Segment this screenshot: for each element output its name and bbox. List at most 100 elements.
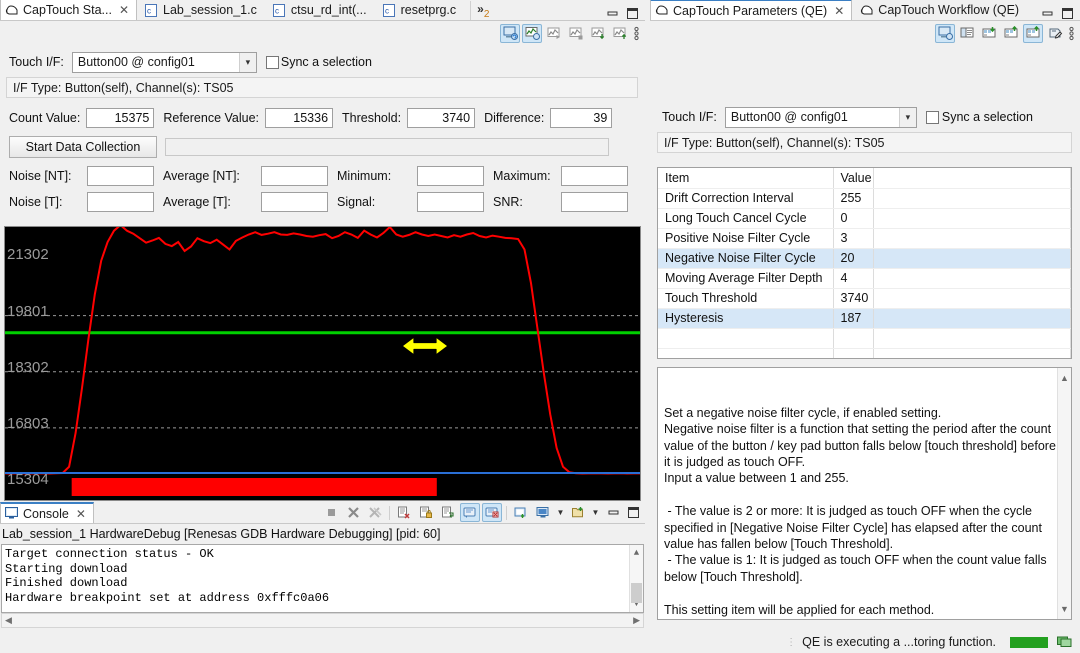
sync-selection-checkbox[interactable] bbox=[266, 56, 279, 69]
minimize-icon[interactable] bbox=[606, 7, 619, 20]
open-console-icon[interactable] bbox=[533, 503, 553, 522]
table-row[interactable]: Moving Average Filter Depth4 bbox=[658, 268, 1071, 288]
svg-text:c: c bbox=[385, 6, 389, 15]
tab-overflow-count: 2 bbox=[484, 9, 490, 20]
scroll-down-icon[interactable]: ▼ bbox=[1060, 601, 1069, 617]
chevron-down-icon[interactable]: ▾ bbox=[899, 108, 916, 127]
minimize-icon[interactable] bbox=[1041, 7, 1054, 20]
param-value-cell[interactable]: 4 bbox=[833, 268, 873, 288]
close-icon[interactable]: ✕ bbox=[834, 4, 844, 18]
average-nt-field[interactable] bbox=[261, 166, 328, 186]
param-item-cell bbox=[658, 328, 833, 348]
tab-resetprg-c[interactable]: c resetprg.c bbox=[377, 0, 465, 20]
scroll-right-icon[interactable]: ▶ bbox=[633, 615, 640, 626]
display-selected-console-icon[interactable] bbox=[511, 503, 531, 522]
remove-all-launches-icon[interactable] bbox=[365, 503, 385, 522]
table-row-empty bbox=[658, 348, 1071, 359]
graph-export-icon[interactable] bbox=[588, 24, 608, 43]
touch-if-combo[interactable]: Button00 @ config01 ▾ bbox=[72, 52, 257, 73]
table-row[interactable]: Positive Noise Filter Cycle3 bbox=[658, 228, 1071, 248]
scroll-lock-icon[interactable] bbox=[416, 503, 436, 522]
if-type-text: I/F Type: Button(self), Channel(s): TS05 bbox=[13, 81, 233, 95]
pin-console-icon[interactable] bbox=[460, 503, 480, 522]
param-value-cell[interactable]: 20 bbox=[833, 248, 873, 268]
scroll-left-icon[interactable]: ◀ bbox=[5, 615, 12, 626]
parameters-table[interactable]: Item Value Drift Correction Interval255L… bbox=[657, 167, 1072, 359]
param-value-cell[interactable]: 3 bbox=[833, 228, 873, 248]
clear-console-icon[interactable] bbox=[394, 503, 414, 522]
tab-overflow-button[interactable]: » 2 bbox=[470, 1, 489, 20]
maximum-field[interactable] bbox=[561, 166, 628, 186]
tab-lab-session-1-c[interactable]: c Lab_session_1.c bbox=[139, 0, 265, 20]
tab-captouch-status[interactable]: CapTouch Sta... ✕ bbox=[0, 0, 137, 20]
chevron-down-icon[interactable]: ▾ bbox=[239, 53, 256, 72]
description-scrollbar[interactable]: ▲ ▼ bbox=[1057, 368, 1071, 619]
graph-import-icon[interactable] bbox=[610, 24, 630, 43]
table-row[interactable]: Drift Correction Interval255 bbox=[658, 188, 1071, 208]
graph-pause-icon[interactable] bbox=[544, 24, 564, 43]
console-output[interactable]: Target connection status - OK Starting d… bbox=[1, 544, 644, 613]
sync-parameters-icon[interactable] bbox=[1023, 24, 1043, 43]
param-value-cell[interactable]: 255 bbox=[833, 188, 873, 208]
console-vertical-scrollbar[interactable]: ▲ ▼ bbox=[629, 545, 643, 612]
snr-field[interactable] bbox=[561, 192, 628, 212]
table-row[interactable]: Touch Threshold3740 bbox=[658, 288, 1071, 308]
console-icon bbox=[5, 507, 19, 520]
table-row[interactable]: Hysteresis187 bbox=[658, 308, 1071, 328]
console-dropdown-icon[interactable]: ▼ bbox=[555, 503, 566, 522]
connect-target-icon[interactable] bbox=[935, 24, 955, 43]
show-monitor-icon[interactable] bbox=[500, 24, 520, 43]
console-horizontal-scrollbar[interactable]: ◀ ▶ bbox=[1, 613, 644, 628]
terminate-icon[interactable] bbox=[321, 503, 341, 522]
reference-value-field[interactable]: 15336 bbox=[265, 108, 333, 128]
write-parameters-icon[interactable] bbox=[1001, 24, 1021, 43]
table-row[interactable]: Negative Noise Filter Cycle20 bbox=[658, 248, 1071, 268]
maximize-icon[interactable] bbox=[627, 506, 640, 519]
remove-launch-icon[interactable] bbox=[343, 503, 363, 522]
scroll-thumb[interactable] bbox=[631, 583, 642, 603]
touch-if-label: Touch I/F: bbox=[9, 55, 64, 69]
word-wrap-icon[interactable] bbox=[438, 503, 458, 522]
new-console-view-icon[interactable] bbox=[568, 503, 588, 522]
touch-if-combo[interactable]: Button00 @ config01 ▾ bbox=[725, 107, 917, 128]
tab-captouch-parameters[interactable]: CapTouch Parameters (QE) ✕ bbox=[650, 0, 852, 20]
view-menu-icon[interactable] bbox=[632, 24, 641, 43]
scroll-up-icon[interactable]: ▲ bbox=[1060, 370, 1069, 386]
count-value-chart[interactable]: 2130219801183021680315304 bbox=[4, 226, 641, 501]
minimize-icon[interactable] bbox=[607, 506, 620, 519]
sync-selection-checkbox[interactable] bbox=[926, 111, 939, 124]
maximize-icon[interactable] bbox=[1061, 7, 1074, 20]
scroll-up-icon[interactable]: ▲ bbox=[634, 546, 639, 561]
graph-stop-icon[interactable] bbox=[566, 24, 586, 43]
start-data-collection-button[interactable]: Start Data Collection bbox=[9, 136, 157, 158]
noise-t-field[interactable] bbox=[87, 192, 154, 212]
qe-monitor-icon[interactable] bbox=[1057, 636, 1072, 649]
chevron-double-right-icon: » bbox=[477, 2, 484, 16]
param-value-cell[interactable]: 0 bbox=[833, 208, 873, 228]
new-console-dropdown-icon[interactable]: ▼ bbox=[590, 503, 601, 522]
minimum-field[interactable] bbox=[417, 166, 484, 186]
parameter-description[interactable]: Set a negative noise filter cycle, if en… bbox=[657, 367, 1072, 620]
tab-captouch-workflow[interactable]: CapTouch Workflow (QE) bbox=[854, 0, 1027, 20]
show-graph-icon[interactable] bbox=[522, 24, 542, 43]
noise-nt-field[interactable] bbox=[87, 166, 154, 186]
close-icon[interactable]: ✕ bbox=[119, 3, 129, 17]
maximize-icon[interactable] bbox=[626, 7, 639, 20]
param-value-cell[interactable]: 187 bbox=[833, 308, 873, 328]
signal-field[interactable] bbox=[417, 192, 484, 212]
average-t-field[interactable] bbox=[261, 192, 328, 212]
table-row[interactable]: Long Touch Cancel Cycle0 bbox=[658, 208, 1071, 228]
threshold-field[interactable]: 3740 bbox=[407, 108, 475, 128]
measure-cursor-icon[interactable] bbox=[400, 333, 450, 362]
param-value-cell[interactable]: 3740 bbox=[833, 288, 873, 308]
show-console-on-error-icon[interactable] bbox=[482, 503, 502, 522]
export-parameters-icon[interactable] bbox=[1045, 24, 1065, 43]
tab-console[interactable]: Console ✕ bbox=[0, 502, 94, 523]
view-menu-icon[interactable] bbox=[1067, 24, 1076, 43]
count-value-field[interactable]: 15375 bbox=[86, 108, 154, 128]
close-icon[interactable]: ✕ bbox=[76, 507, 86, 521]
difference-field[interactable]: 39 bbox=[550, 108, 612, 128]
read-parameters-icon[interactable] bbox=[979, 24, 999, 43]
show-properties-icon[interactable] bbox=[957, 24, 977, 43]
tab-ctsu-rd-int[interactable]: c ctsu_rd_int(... bbox=[267, 0, 375, 20]
